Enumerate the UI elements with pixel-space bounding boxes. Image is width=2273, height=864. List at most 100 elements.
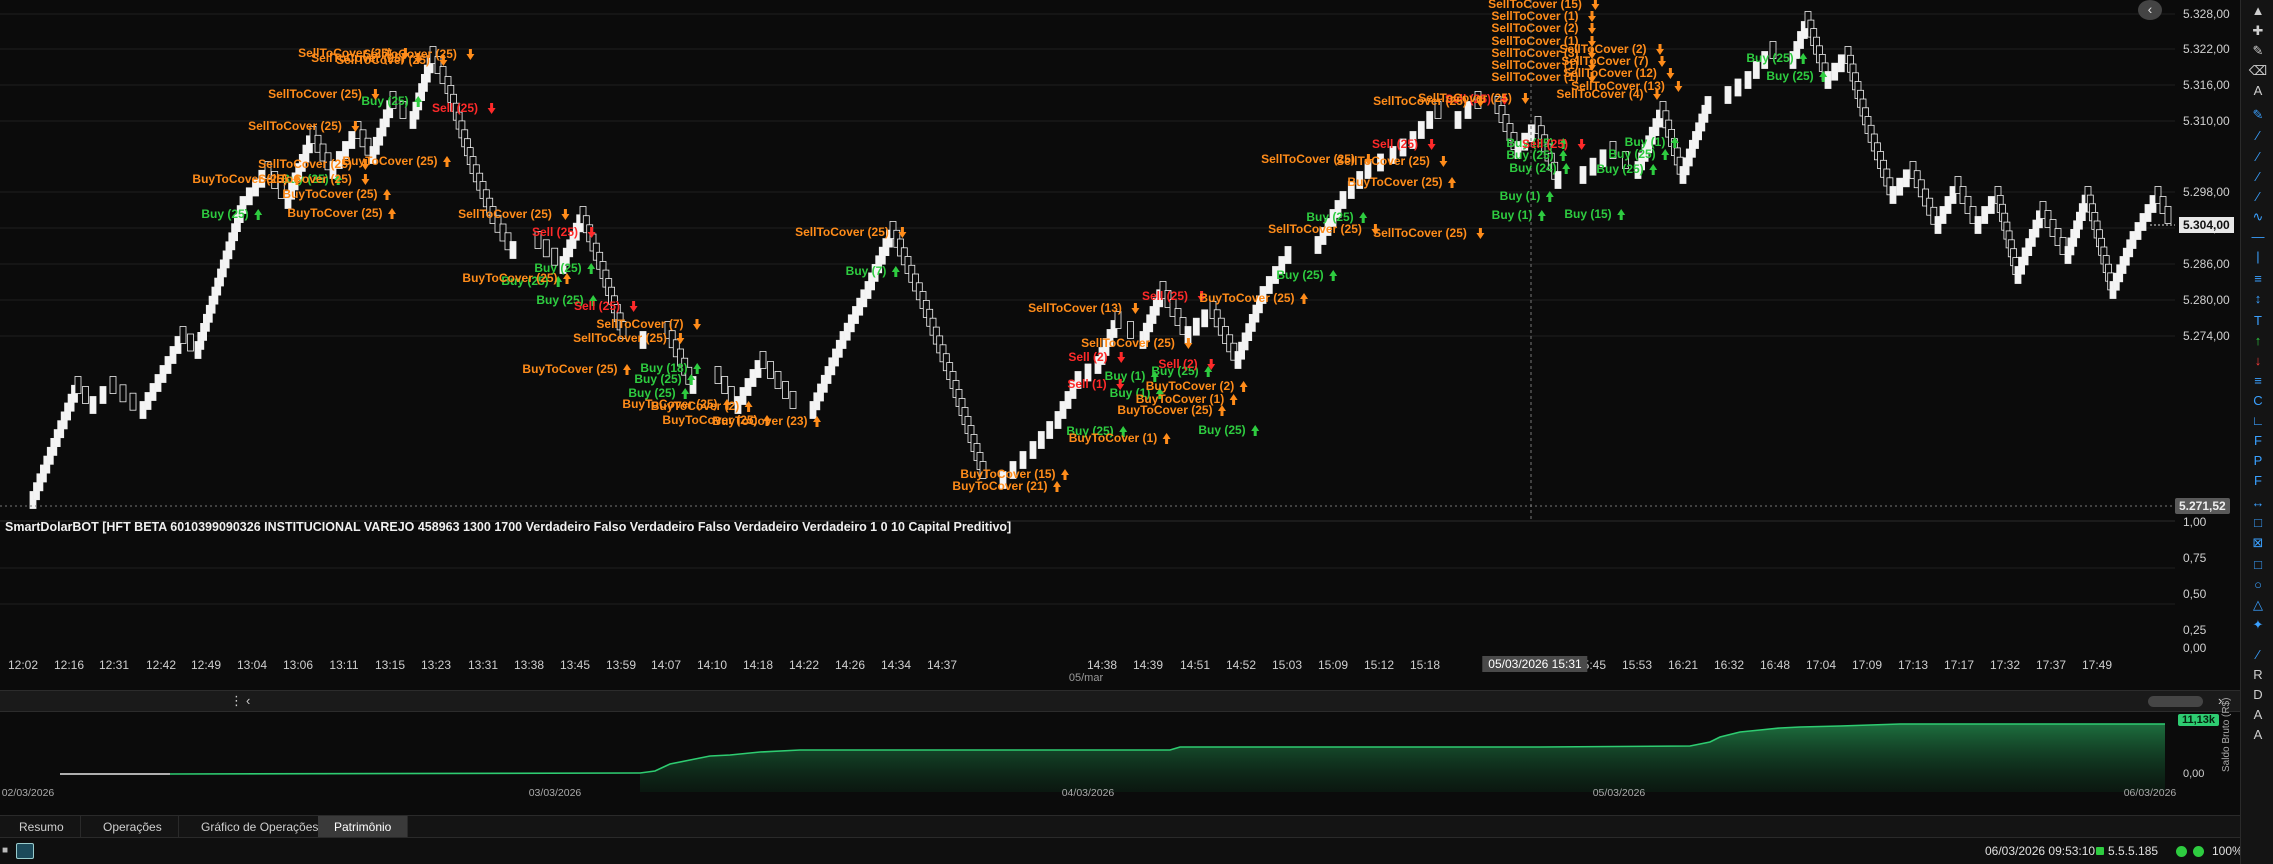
time-tick-label: 14:51 (1179, 658, 1211, 672)
indicator-tick-label: 0,00 (2183, 641, 2207, 655)
signal-sell-to-cover: SellToCover (25) (268, 87, 362, 101)
price-tick-label: 5.328,00 (2183, 7, 2230, 21)
text-icon[interactable]: T (2247, 312, 2269, 330)
arrow-up-tool-icon[interactable]: ↑ (2247, 332, 2269, 350)
equity-value-badge: 11,13k (2178, 714, 2220, 726)
current-price-badge: 5.304,00 (2179, 217, 2234, 233)
arrow-up-icon (1251, 425, 1260, 436)
arrow-up-icon (1218, 405, 1226, 416)
renko-brick (1824, 71, 1832, 89)
vline-icon[interactable]: | (2247, 248, 2269, 266)
text-tool-icon[interactable]: A (2247, 82, 2269, 100)
zoom-level[interactable]: 100% (2212, 844, 2243, 858)
fib-icon[interactable]: ≡ (2247, 270, 2269, 288)
signal-buy-to-cover: BuyToCover (25) (1347, 175, 1442, 189)
signal-sell-to-cover: SellToCover (2) (1491, 21, 1578, 35)
zigzag-icon[interactable]: ∿ (2247, 208, 2269, 226)
time-tick-label: 14:22 (788, 658, 820, 672)
arrow-down-icon (1588, 23, 1596, 34)
crosshair-icon[interactable]: ✚ (2247, 22, 2269, 40)
price-tick-label: 5.316,00 (2183, 78, 2230, 92)
arrow-down-icon (1476, 228, 1485, 239)
magic-icon[interactable]: ✦ (2247, 616, 2269, 634)
cross-icon[interactable]: ⊠ (2247, 534, 2269, 552)
channel-c-icon[interactable]: C (2247, 392, 2269, 410)
a-tool-icon[interactable]: A (2247, 706, 2269, 724)
renko-brick (1192, 317, 1200, 336)
arrow-up-icon (1162, 433, 1171, 444)
scrollbar-thumb[interactable] (2148, 696, 2203, 707)
drawing-toolbar: ▲ ✚ ✎ ⌫ A ✎ ∕ ∕ ∕ ∕ ∿ — | ≡ ↕ T ↑ ↓ ≡ C ∟ F P F ↔ □ ⊠ □ ○ △ ✦ ∕ R D A A (2240, 0, 2273, 864)
square-icon[interactable]: □ (2247, 556, 2269, 574)
channel-icon[interactable]: ∕ (2247, 188, 2269, 206)
splitter-handle-icon[interactable]: ⋮ (230, 693, 243, 709)
renko-price-chart[interactable]: Buy (25)Buy (25)Buy (25)Buy (25)Buy (25)… (0, 0, 2175, 520)
d-tool-icon[interactable]: D (2247, 686, 2269, 704)
range-icon[interactable]: ↕ (2247, 290, 2269, 308)
rect-tool-icon[interactable]: □ (2247, 514, 2269, 532)
pitch-icon[interactable]: P (2247, 452, 2269, 470)
a2-tool-icon[interactable]: A (2247, 726, 2269, 744)
ruler-icon[interactable]: ∕ (2247, 646, 2269, 664)
r-tool-icon[interactable]: R (2247, 666, 2269, 684)
triangle-icon[interactable]: △ (2247, 596, 2269, 614)
signal-buy: Buy (7) (846, 264, 887, 278)
signal-buy-to-cover: BuyToCover (25) (342, 154, 437, 168)
time-tick-label: 16:48 (1759, 658, 1791, 672)
signal-buy-to-cover: BuyToCover (25) (1199, 291, 1294, 305)
price-axis[interactable]: 5.328,00 5.322,00 5.316,00 5.310,00 5.298,00… (2175, 0, 2240, 520)
layers-icon[interactable]: ≡ (2247, 372, 2269, 390)
hline-icon[interactable]: — (2247, 228, 2269, 246)
signal-buy: Buy (1) (1492, 208, 1533, 222)
fib-f-icon[interactable]: F (2247, 432, 2269, 450)
fib-ext-icon[interactable]: F (2247, 472, 2269, 490)
indicator-axis: 1,00 0,75 0,50 0,25 0,00 (2175, 515, 2240, 655)
circle-icon[interactable]: ○ (2247, 576, 2269, 594)
chart-close-button[interactable]: ‹ (2138, 0, 2162, 20)
app-launcher-icon[interactable] (16, 843, 34, 859)
tab-operacoes[interactable]: Operações (87, 816, 179, 838)
signal-sell: Sell (25) (432, 101, 478, 115)
tab-resumo[interactable]: Resumo (3, 816, 81, 838)
renko-brick (1029, 441, 1037, 459)
erase-icon[interactable]: ⌫ (2247, 62, 2269, 80)
time-tick-label: 12:42 (145, 658, 177, 672)
market-status-dot (2176, 846, 2187, 857)
line-icon[interactable]: ∕ (2247, 127, 2269, 145)
arrow-down-icon (1439, 156, 1448, 167)
chart-scroll-row[interactable]: ⋮ ‹ › (0, 690, 2240, 712)
trendline-icon[interactable]: ∕ (2247, 168, 2269, 186)
renko-brick (542, 239, 550, 258)
signal-sell: Sell (25) (1142, 289, 1188, 303)
trade-signals: Buy (25)Buy (25)Buy (25)Buy (25)Buy (25)… (192, 0, 1828, 493)
equity-axis-title: Saldo Bruto (R$) (2221, 697, 2232, 772)
signal-buy: Buy (25) (1746, 51, 1793, 65)
arrow-up-icon (1061, 469, 1069, 480)
scroll-left-button[interactable]: ‹ (246, 693, 250, 708)
crosshair-time-label: 05/03/2026 15:31 (1482, 656, 1588, 672)
signal-buy: Buy (25) (1596, 162, 1643, 176)
arrow-up-icon (1537, 210, 1546, 221)
measure-icon[interactable]: ↔ (2247, 494, 2269, 512)
arrow-up-icon (1239, 381, 1248, 392)
ray-icon[interactable]: ∕ (2247, 148, 2269, 166)
pencil-icon[interactable]: ✎ (2247, 106, 2269, 124)
tab-grafico-operacoes[interactable]: Gráfico de Operações (185, 816, 336, 838)
fan-icon[interactable]: ∟ (2247, 412, 2269, 430)
trading-platform-window: Buy (25) Buy (25) Buy (25) Buy (25) Buy (25)… (0, 0, 2273, 864)
arrow-down-icon (1588, 11, 1596, 22)
tab-patrimonio[interactable]: Patrimônio (318, 816, 409, 838)
arrow-down-tool-icon[interactable]: ↓ (2247, 352, 2269, 370)
renko-brick (1037, 431, 1045, 449)
cursor-icon[interactable]: ▲ (2247, 2, 2269, 20)
arrow-down-icon (361, 174, 370, 185)
signal-sell-to-cover: SellToCover (25) (363, 47, 457, 61)
signal-buy: Buy (25) (1608, 147, 1655, 161)
renko-brick (348, 131, 356, 149)
signal-sell-to-cover: SellToCover (12) (1563, 66, 1657, 80)
time-tick-label: 17:09 (1851, 658, 1883, 672)
arrow-down-icon (1577, 139, 1586, 150)
time-tick-label: 12:49 (190, 658, 222, 672)
brush-icon[interactable]: ✎ (2247, 42, 2269, 60)
signal-buy: Buy (25) (1198, 423, 1245, 437)
